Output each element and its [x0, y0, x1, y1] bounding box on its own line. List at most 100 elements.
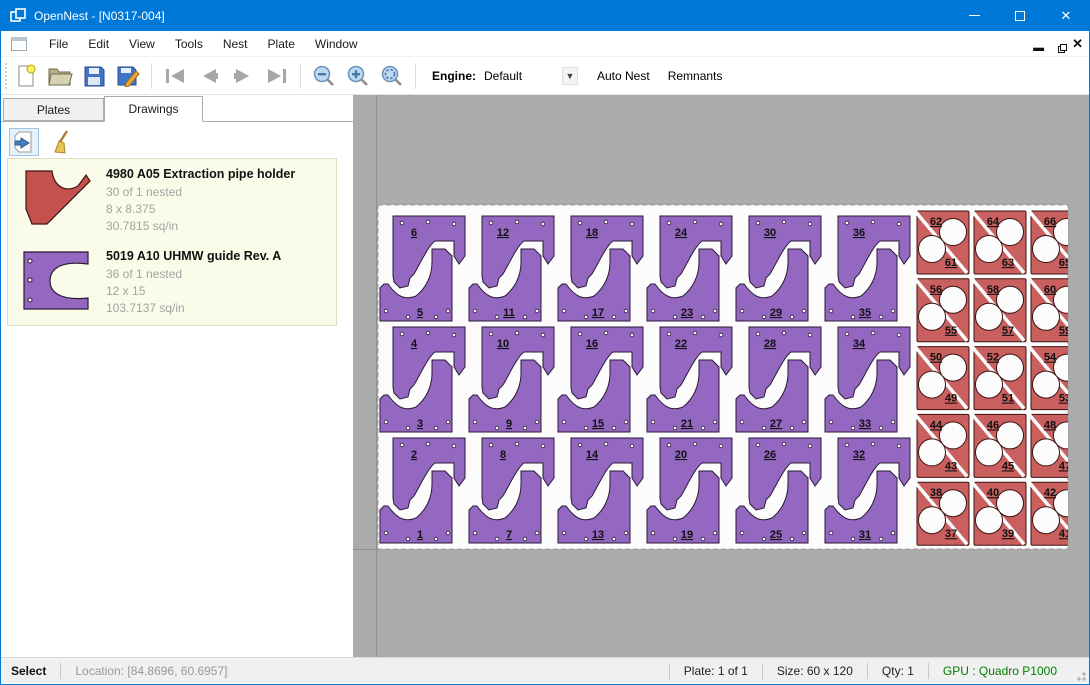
red-part-pair[interactable]: 38 37	[915, 482, 969, 545]
child-close-icon[interactable]: ✕	[1072, 39, 1083, 49]
red-part-pair[interactable]: 5049	[915, 347, 969, 410]
part-number: 21	[681, 418, 693, 430]
part-number: 56	[930, 284, 942, 296]
resize-grip[interactable]	[1073, 668, 1087, 682]
menu-edit[interactable]: Edit	[78, 33, 119, 55]
child-minimize-icon[interactable]: ▬	[1033, 43, 1044, 53]
menu-window[interactable]: Window	[305, 33, 368, 55]
status-qty: Qty: 1	[868, 664, 928, 678]
window-title: OpenNest - [N0317-004]	[34, 9, 165, 23]
close-button[interactable]: ✕	[1043, 0, 1089, 31]
app-icon	[10, 8, 26, 24]
menu-view[interactable]: View	[119, 33, 165, 55]
part-number: 31	[859, 529, 871, 541]
engine-select[interactable]: Default	[484, 69, 562, 83]
menu-bar: File Edit View Tools Nest Plate Window ▬…	[1, 31, 1089, 57]
clean-icon	[51, 130, 73, 154]
import-drawing-icon	[13, 131, 35, 153]
part-number: 57	[1002, 325, 1014, 337]
next-plate-button[interactable]	[226, 61, 260, 91]
open-folder-icon	[47, 65, 73, 87]
status-gpu: GPU : Quadro P1000	[929, 664, 1071, 678]
part-number: 43	[945, 460, 957, 472]
part-number: 6	[411, 227, 417, 239]
part-number: 62	[930, 216, 942, 228]
part-number: 23	[681, 307, 693, 319]
save-as-button[interactable]	[111, 61, 145, 91]
zoom-in-icon	[346, 64, 370, 88]
red-part-pair[interactable]: 62 61	[915, 211, 969, 274]
drawing-title: 4980 A05 Extraction pipe holder	[106, 167, 336, 181]
title-bar: OpenNest - [N0317-004] ✕	[1, 0, 1089, 31]
part-number: 7	[506, 529, 512, 541]
zoom-fit-icon	[380, 64, 404, 88]
zoom-out-button[interactable]	[307, 61, 341, 91]
red-part-pair[interactable]: 4443	[915, 414, 969, 477]
drawing-thumbnail-red	[20, 167, 94, 229]
save-as-icon	[116, 65, 140, 87]
remnants-button[interactable]: Remnants	[659, 63, 732, 89]
red-part-pair[interactable]: 5251	[972, 347, 1026, 410]
status-mode: Select	[1, 664, 60, 678]
part-number: 3	[417, 418, 423, 430]
menu-nest[interactable]: Nest	[213, 33, 258, 55]
part-number: 37	[945, 528, 957, 540]
maximize-button[interactable]	[997, 0, 1043, 31]
part-number: 35	[859, 307, 871, 319]
zoom-out-icon	[312, 64, 336, 88]
part-number: 25	[770, 529, 782, 541]
previous-plate-button[interactable]	[192, 61, 226, 91]
menu-plate[interactable]: Plate	[258, 33, 305, 55]
first-plate-button[interactable]	[158, 61, 192, 91]
drawing-nested: 36 of 1 nested	[106, 266, 336, 283]
part-number: 12	[497, 227, 509, 239]
menu-tools[interactable]: Tools	[165, 33, 213, 55]
app-window: OpenNest - [N0317-004] ✕ File Edit View …	[0, 0, 1090, 685]
clean-button[interactable]	[47, 128, 77, 156]
part-number: 29	[770, 307, 782, 319]
save-button[interactable]	[77, 61, 111, 91]
part-number: 10	[497, 338, 509, 350]
last-plate-button[interactable]	[260, 61, 294, 91]
minimize-button[interactable]	[951, 0, 997, 31]
part-number: 17	[592, 307, 604, 319]
drawing-nested: 30 of 1 nested	[106, 184, 336, 201]
part-number: 61	[945, 257, 957, 269]
part-number: 22	[675, 338, 687, 350]
tab-plates[interactable]: Plates	[3, 98, 104, 121]
part-number: 63	[1002, 257, 1014, 269]
part-number: 38	[930, 487, 942, 499]
status-bar: Select Location: [84.8696, 60.6957] Plat…	[1, 657, 1089, 683]
drawing-item[interactable]: 4980 A05 Extraction pipe holder 30 of 1 …	[8, 159, 336, 241]
red-part-pair[interactable]: 5857	[972, 279, 1026, 342]
import-drawing-button[interactable]	[9, 128, 39, 156]
drawing-item[interactable]: 5019 A10 UHMW guide Rev. A 36 of 1 neste…	[8, 241, 336, 323]
go-last-icon	[265, 68, 289, 84]
auto-nest-button[interactable]: Auto Nest	[588, 63, 659, 89]
new-file-button[interactable]	[9, 61, 43, 91]
tab-drawings[interactable]: Drawings	[104, 96, 203, 122]
red-part-pair[interactable]: 4039	[972, 482, 1026, 545]
status-location: Location: [84.8696, 60.6957]	[61, 664, 241, 678]
part-number: 9	[506, 418, 512, 430]
part-number: 46	[987, 419, 999, 431]
go-previous-icon	[198, 68, 220, 84]
part-number: 42	[1044, 487, 1056, 499]
nest-canvas[interactable]: 6512111817242330293635431091615222128273…	[353, 95, 1089, 657]
status-size: Size: 60 x 120	[763, 664, 867, 678]
menu-file[interactable]: File	[39, 33, 78, 55]
part-number: 19	[681, 529, 693, 541]
engine-dropdown-icon[interactable]: ▼	[562, 67, 578, 85]
zoom-fit-button[interactable]	[375, 61, 409, 91]
open-button[interactable]	[43, 61, 77, 91]
part-number: 26	[764, 449, 776, 461]
red-part-pair[interactable]: 64 63	[972, 211, 1026, 274]
zoom-in-button[interactable]	[341, 61, 375, 91]
part-number: 2	[411, 449, 417, 461]
document-window-icon[interactable]	[11, 37, 27, 51]
red-part-pair[interactable]: 4645	[972, 414, 1026, 477]
part-number: 64	[987, 216, 1000, 228]
part-number: 11	[503, 307, 515, 319]
save-icon	[83, 65, 105, 87]
red-part-pair[interactable]: 5655	[915, 279, 969, 342]
